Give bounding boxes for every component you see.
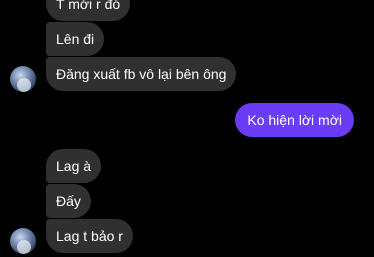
incoming-message[interactable]: Lag à: [46, 149, 102, 183]
incoming-message[interactable]: Đấy: [46, 184, 91, 218]
contact-avatar[interactable]: [10, 66, 36, 92]
incoming-message[interactable]: Lag t bảo r: [46, 219, 133, 253]
incoming-message[interactable]: T mới r đó: [46, 0, 131, 21]
outgoing-message[interactable]: Ko hiện lời mời: [235, 103, 354, 137]
incoming-message[interactable]: Đăng xuất fb vô lại bên ông: [46, 57, 237, 91]
contact-avatar[interactable]: [10, 228, 36, 254]
incoming-message[interactable]: Lên đi: [46, 22, 105, 56]
